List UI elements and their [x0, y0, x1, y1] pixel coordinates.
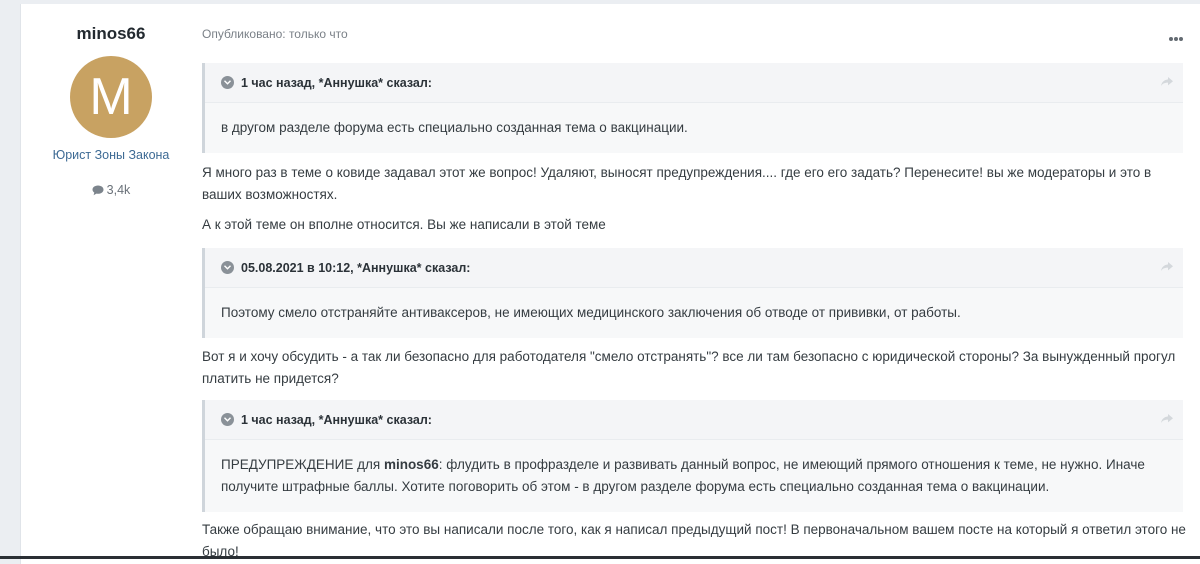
- share-icon[interactable]: [1161, 260, 1173, 274]
- quote-header[interactable]: 1 час назад, *Аннушка* сказал:: [205, 63, 1183, 103]
- quote-body: в другом разделе форума есть специально …: [205, 103, 1183, 153]
- post-card: minos66 M Юрист Зоны Закона 3,4k Опублик…: [20, 4, 1200, 564]
- quote-body: Поэтому смело отстраняйте антиваксеров, …: [205, 288, 1183, 338]
- chevron-down-icon[interactable]: [221, 76, 234, 89]
- quote-block-3: 1 час назад, *Аннушка* сказал: ПРЕДУПРЕЖ…: [202, 400, 1183, 512]
- posts-count-value: 3,4k: [106, 183, 131, 197]
- more-horizontal-icon[interactable]: [1169, 28, 1187, 41]
- quote-header-text: 1 час назад, *Аннушка* сказал:: [241, 412, 432, 427]
- share-icon[interactable]: [1161, 75, 1173, 89]
- chevron-down-icon[interactable]: [221, 261, 234, 274]
- author-name[interactable]: minos66: [21, 24, 201, 44]
- warning-prefix: ПРЕДУПРЕЖДЕНИЕ для: [221, 457, 384, 472]
- author-group: Юрист Зоны Закона: [52, 148, 170, 162]
- quote-block-2: 05.08.2021 в 10:12, *Аннушка* сказал: По…: [202, 248, 1183, 338]
- post-paragraph-1: Я много раз в теме о ковиде задавал этот…: [202, 165, 1152, 202]
- post-date[interactable]: Опубликовано: только что: [202, 27, 348, 41]
- comment-icon: [92, 185, 104, 196]
- share-icon[interactable]: [1161, 412, 1173, 426]
- quote-header[interactable]: 05.08.2021 в 10:12, *Аннушка* сказал:: [205, 248, 1183, 288]
- quote-header-text: 05.08.2021 в 10:12, *Аннушка* сказал:: [241, 260, 471, 275]
- user-mention[interactable]: minos66: [384, 457, 439, 472]
- post-paragraph-2: А к этой теме он вполне относится. Вы же…: [202, 217, 606, 232]
- quote-body: ПРЕДУПРЕЖДЕНИЕ для minos66: флудить в пр…: [205, 440, 1183, 512]
- quote-header[interactable]: 1 час назад, *Аннушка* сказал:: [205, 400, 1183, 440]
- author-posts-count: 3,4k: [21, 183, 201, 197]
- post-paragraph-3: Вот я и хочу обсудить - а так ли безопас…: [202, 349, 1176, 386]
- chevron-down-icon[interactable]: [221, 413, 234, 426]
- quote-header-text: 1 час назад, *Аннушка* сказал:: [241, 75, 432, 90]
- avatar[interactable]: M: [70, 56, 152, 138]
- quote-block-1: 1 час назад, *Аннушка* сказал: в другом …: [202, 63, 1183, 153]
